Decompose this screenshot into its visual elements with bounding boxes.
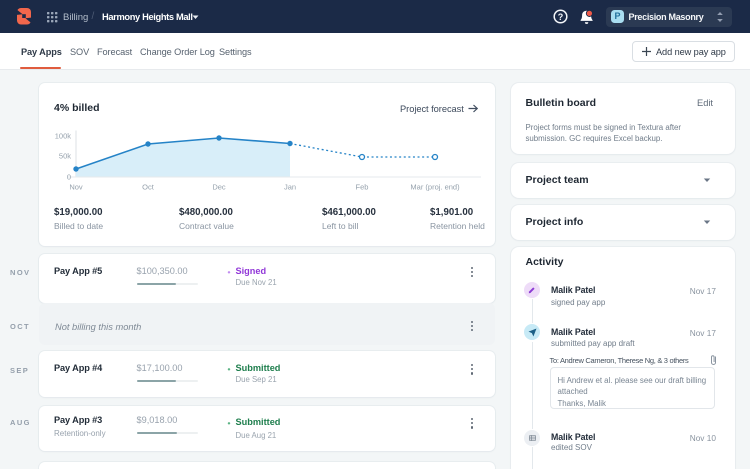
- svg-text:0: 0: [67, 173, 71, 182]
- svg-text:Nov: Nov: [69, 183, 83, 192]
- svg-text:?: ?: [558, 12, 564, 22]
- svg-text:Mar (proj. end): Mar (proj. end): [410, 183, 460, 192]
- svg-text:Oct: Oct: [142, 183, 155, 192]
- svg-text:Jan: Jan: [284, 183, 296, 192]
- svg-text:100k: 100k: [55, 132, 72, 141]
- svg-text:Feb: Feb: [356, 183, 369, 192]
- svg-text:Dec: Dec: [212, 183, 226, 192]
- svg-text:50k: 50k: [59, 152, 71, 161]
